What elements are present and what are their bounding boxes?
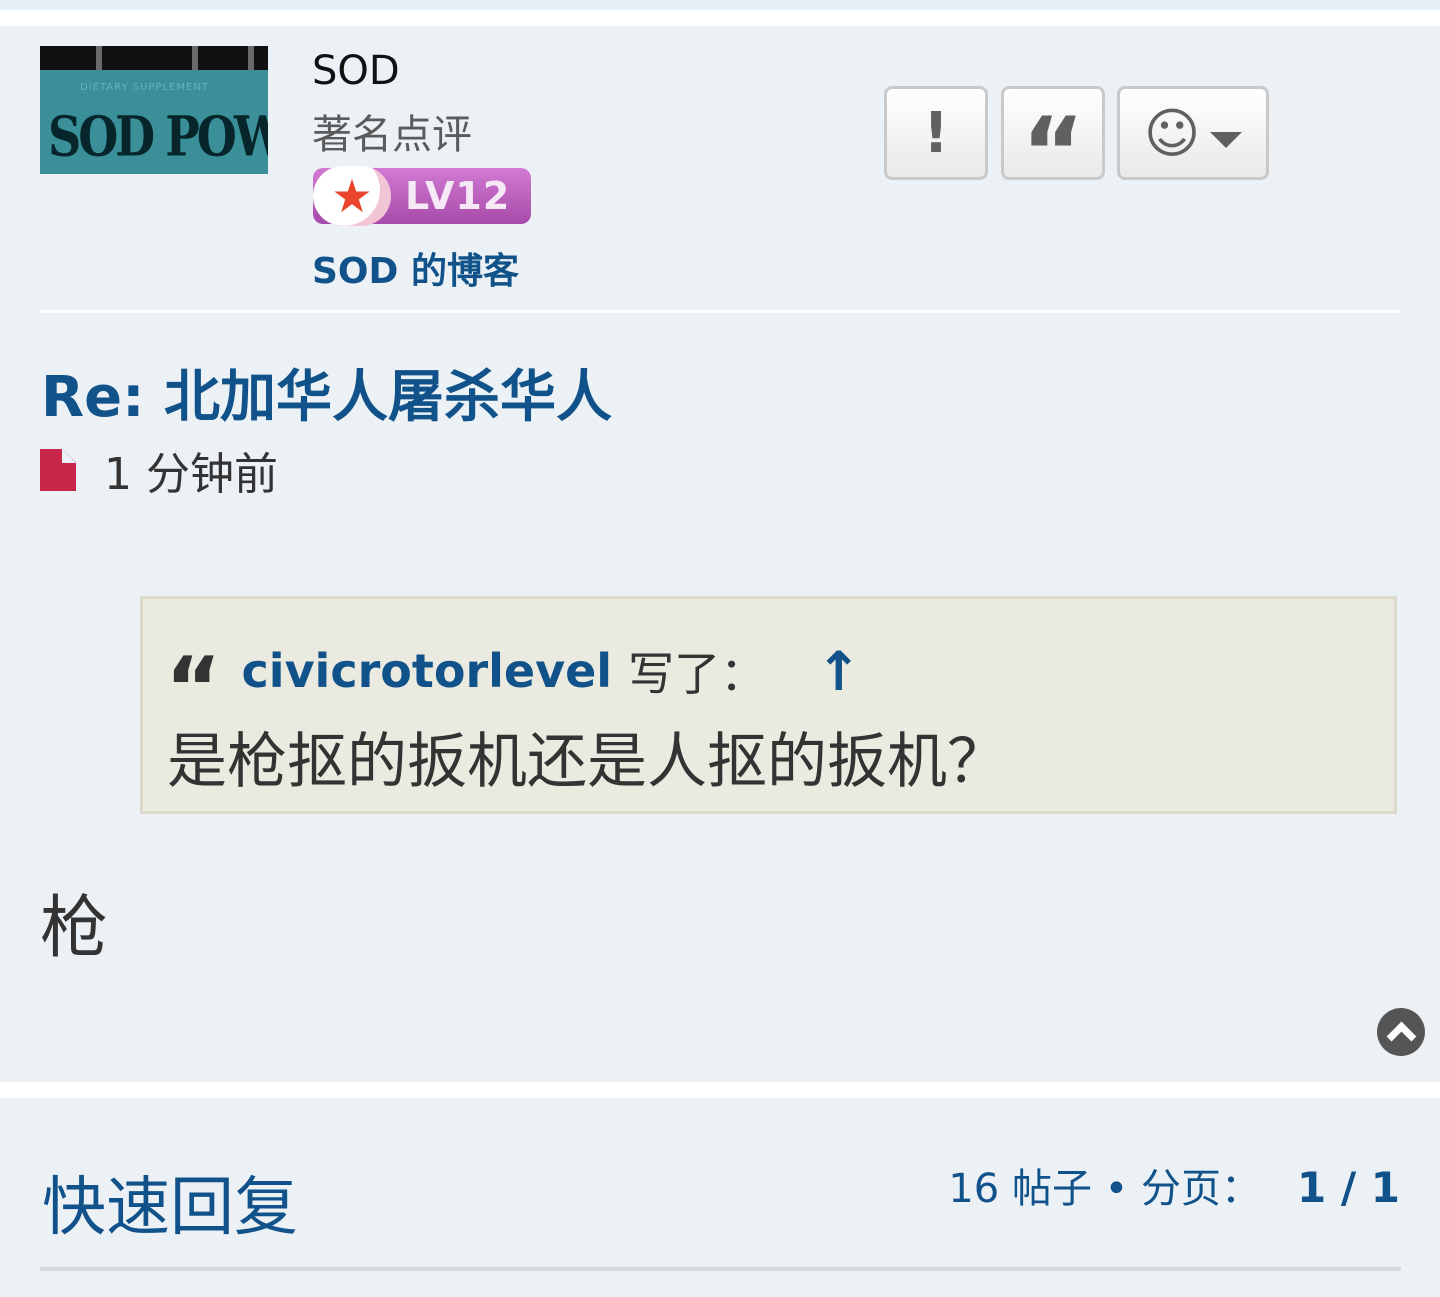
level-badge: ★ LV12	[313, 166, 531, 226]
quote-wrote-label: 写了：	[628, 647, 767, 701]
file-icon[interactable]	[40, 449, 76, 491]
quote-icon: “	[1021, 97, 1085, 209]
divider	[40, 310, 1401, 313]
quote-text: 是枪抠的扳机还是人抠的扳机？	[167, 727, 1007, 797]
top-strip	[0, 0, 1440, 10]
post-meta: 1 分钟前	[40, 440, 278, 500]
level-text: LV12	[405, 174, 511, 218]
quote-header: “ civicrotorlevel 写了： ↑	[165, 633, 861, 739]
user-rank: 著名点评	[312, 112, 472, 158]
star-icon: ★	[313, 166, 391, 226]
post-container: DIETARY SUPPLEMENT SOD POWER SOD 著名点评 ★ …	[0, 26, 1440, 1082]
username[interactable]: SOD	[312, 48, 400, 94]
quick-reply-heading: 快速回复	[42, 1171, 298, 1245]
avatar[interactable]: DIETARY SUPPLEMENT SOD POWER	[40, 46, 268, 174]
reaction-dropdown-button[interactable]: ☺	[1117, 86, 1269, 180]
report-button[interactable]: !	[884, 86, 988, 180]
back-to-top-button[interactable]	[1377, 1008, 1425, 1056]
avatar-band	[40, 46, 268, 70]
pagination: 16 帖子 • 分页： 1 / 1	[948, 1156, 1400, 1214]
post-time: 1 分钟前	[104, 449, 278, 500]
quote-block: “ civicrotorlevel 写了： ↑ 是枪抠的扳机还是人抠的扳机？	[140, 596, 1397, 814]
quote-button[interactable]: “	[1001, 86, 1105, 209]
quote-author-link[interactable]: civicrotorlevel	[242, 644, 613, 698]
chevron-up-icon	[1386, 1021, 1416, 1051]
caret-down-icon	[1210, 132, 1243, 148]
bottom-divider	[40, 1267, 1401, 1271]
page-indicator[interactable]: 1 / 1	[1297, 1163, 1400, 1212]
quote-mark-icon: “	[165, 639, 222, 739]
post-count: 16 帖子 • 分页：	[948, 1166, 1261, 1212]
blog-link[interactable]: SOD 的博客	[312, 242, 519, 294]
avatar-subcaption: DIETARY SUPPLEMENT	[80, 82, 209, 93]
post-title[interactable]: Re: 北加华人屠杀华人	[41, 352, 612, 433]
smiley-icon: ☺	[1143, 101, 1201, 165]
avatar-caption: SOD POWER	[48, 104, 268, 169]
exclamation-icon: !	[923, 100, 949, 166]
post-body: 枪	[40, 889, 109, 968]
arrow-up-icon[interactable]: ↑	[816, 640, 861, 703]
